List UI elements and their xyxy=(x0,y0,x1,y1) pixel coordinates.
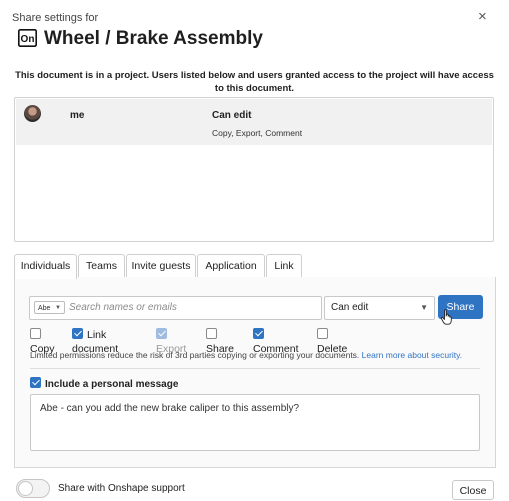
checkbox-delete[interactable] xyxy=(317,328,328,339)
tab-application[interactable]: Application xyxy=(197,254,265,277)
chevron-down-icon[interactable]: ▼ xyxy=(55,302,61,315)
permission-row[interactable]: me Can edit Copy, Export, Comment xyxy=(16,99,492,145)
permission-detail: Copy, Export, Comment xyxy=(212,128,303,138)
include-message-label: Include a personal message xyxy=(45,379,179,390)
tab-individuals[interactable]: Individuals xyxy=(14,254,77,279)
project-notice: This document is in a project. Users lis… xyxy=(15,70,494,94)
personal-message-field[interactable]: Abe - can you add the new brake caliper … xyxy=(30,394,480,451)
tab-invite-guests[interactable]: Invite guests xyxy=(126,254,196,277)
include-message-option[interactable]: Include a personal message xyxy=(30,377,178,391)
support-toggle[interactable] xyxy=(16,479,50,498)
recipient-chip[interactable]: Abe ▼ xyxy=(34,301,65,314)
checkbox-export xyxy=(156,328,167,339)
divider xyxy=(30,368,480,369)
recipient-chip-label: Abe xyxy=(38,305,51,312)
close-button[interactable]: Close xyxy=(452,480,494,500)
learn-more-link[interactable]: Learn more about security. xyxy=(362,350,462,360)
option-delete[interactable]: Delete xyxy=(317,328,347,355)
close-icon[interactable]: × xyxy=(478,9,487,24)
avatar xyxy=(24,105,41,122)
recipient-search[interactable]: Abe ▼ xyxy=(29,296,322,320)
option-comment[interactable]: Comment xyxy=(253,328,299,355)
support-toggle-label: Share with Onshape support xyxy=(58,483,185,494)
checkbox-link-document[interactable] xyxy=(72,328,83,339)
permission-select-value: Can edit xyxy=(331,302,369,313)
limited-permissions-note: Limited permissions reduce the risk of 3… xyxy=(30,350,462,360)
limited-note-text: Limited permissions reduce the risk of 3… xyxy=(30,350,360,360)
checkbox-copy[interactable] xyxy=(30,328,41,339)
search-input[interactable] xyxy=(69,300,309,315)
option-share[interactable]: Share xyxy=(206,328,234,355)
tab-teams[interactable]: Teams xyxy=(78,254,125,277)
onshape-logo-icon: On xyxy=(18,29,37,47)
permission-level: Can edit xyxy=(212,110,252,121)
checkbox-share[interactable] xyxy=(206,328,217,339)
svg-text:On: On xyxy=(21,34,35,45)
permission-select[interactable]: Can edit ▼ xyxy=(324,296,435,320)
option-export: Export xyxy=(156,328,186,355)
option-link-document[interactable]: Link document xyxy=(72,328,118,355)
toggle-knob xyxy=(18,481,33,496)
dialog-subtitle: Share settings for xyxy=(12,12,99,24)
checkbox-comment[interactable] xyxy=(253,328,264,339)
option-copy[interactable]: Copy xyxy=(30,328,55,355)
permissions-list: me Can edit Copy, Export, Comment xyxy=(14,97,494,242)
caret-down-icon: ▼ xyxy=(420,303,428,312)
hand-pointer-icon xyxy=(440,309,452,325)
permission-user: me xyxy=(70,110,85,121)
personal-message-text: Abe - can you add the new brake caliper … xyxy=(40,403,300,414)
tab-link[interactable]: Link xyxy=(266,254,302,277)
checkbox-include-message[interactable] xyxy=(30,377,41,388)
document-title: Wheel / Brake Assembly xyxy=(44,28,263,49)
